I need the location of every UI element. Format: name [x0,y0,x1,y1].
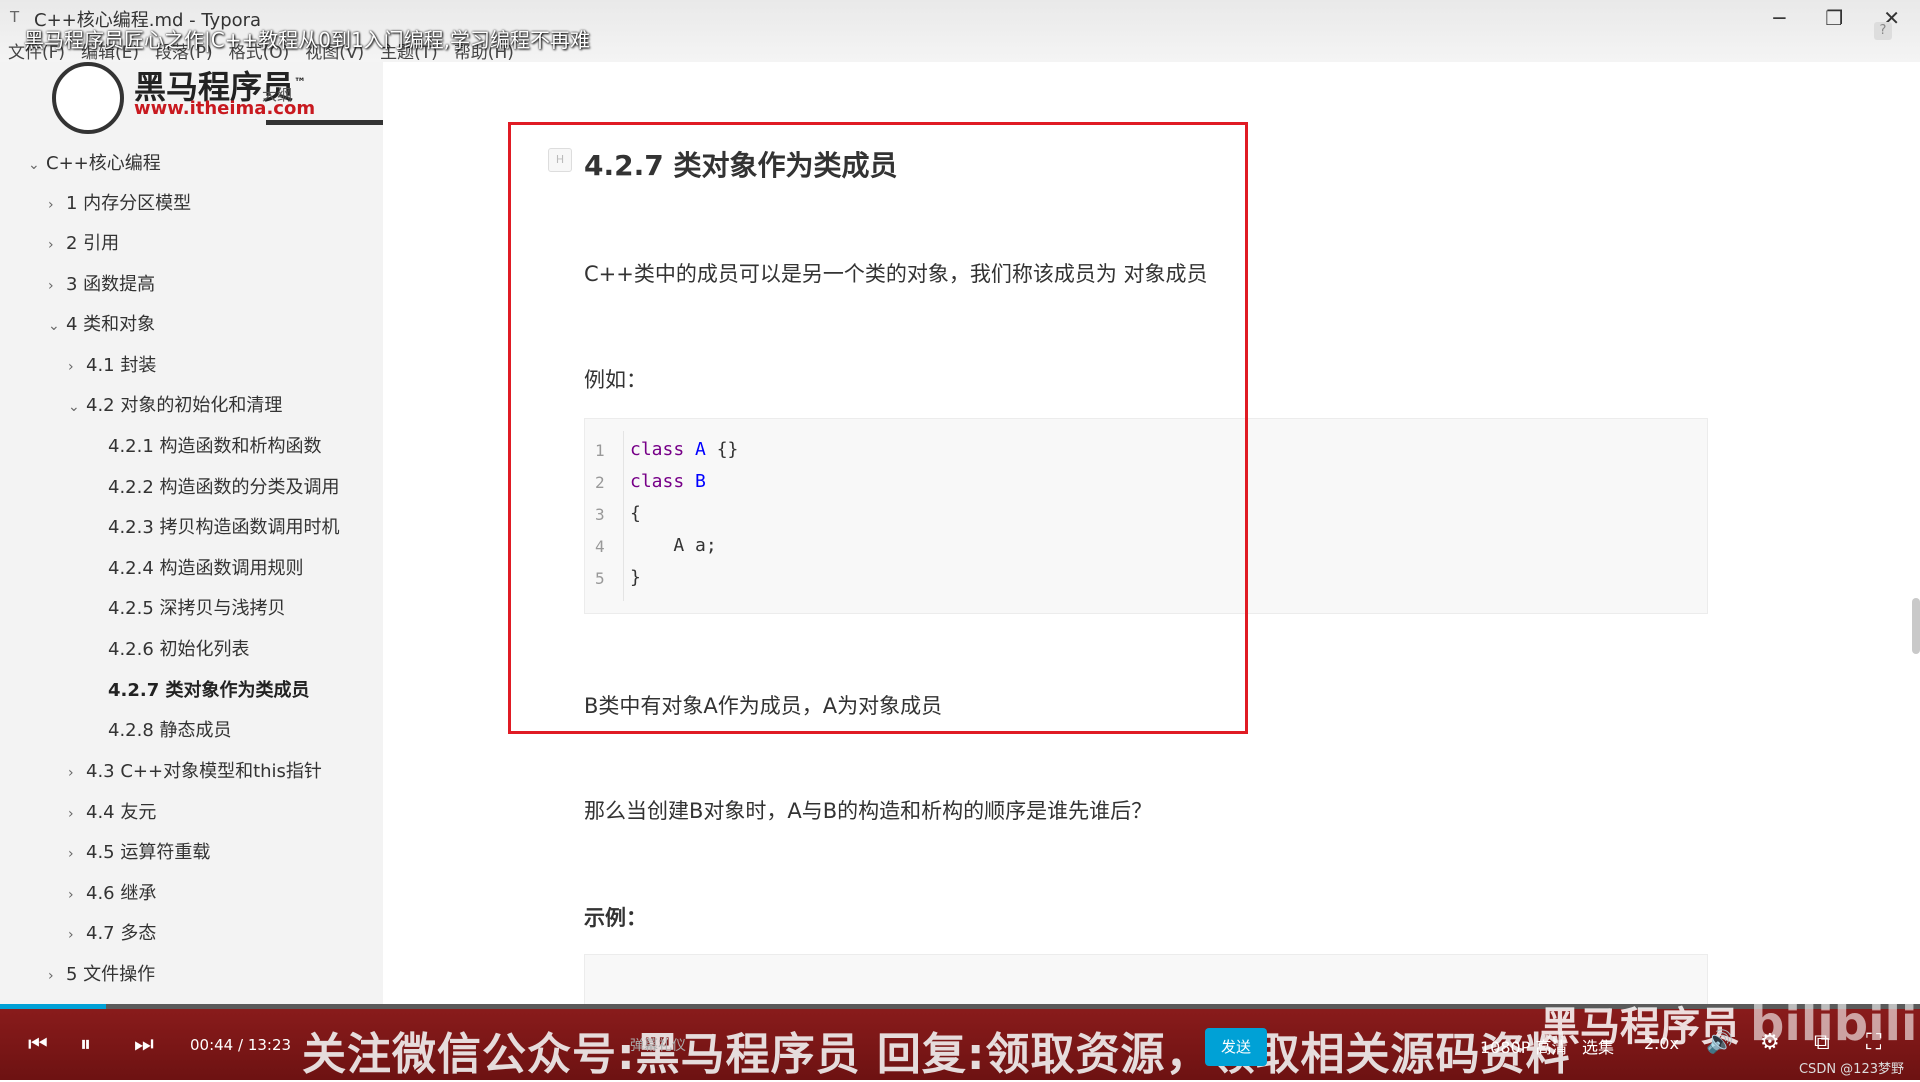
chevron-right-icon[interactable]: › [68,875,86,915]
chevron-right-icon[interactable]: › [68,347,86,387]
previous-icon[interactable]: ⏮ [28,1032,48,1057]
chevron-right-icon[interactable]: › [68,915,86,955]
outline-item[interactable]: › 4.6 继承 [68,874,156,914]
outline-item[interactable]: 4.2.6 初始化列表 [108,630,250,670]
outline-item-active[interactable]: 4.2.7 类对象作为类成员 [108,671,310,711]
outline-item[interactable]: › 2 引用 [48,224,119,264]
danmaku-input[interactable]: 弹幕礼仪 [620,1028,1210,1064]
chevron-right-icon[interactable]: › [68,794,86,834]
itheima-logo: 黑马程序员™ www.itheima.com 大纲 [52,62,384,134]
outline-item[interactable]: ⌄ 4.2 对象的初始化和清理 [68,386,282,426]
chevron-down-icon[interactable]: ⌄ [48,306,66,346]
outline-item[interactable]: › 4.1 封装 [68,346,156,386]
outline-item[interactable]: › 4.3 C++对象模型和this指针 [68,752,322,792]
send-button[interactable]: 发送 [1205,1028,1267,1066]
horse-logo-icon [52,62,124,134]
paragraph: 那么当创建B对象时，A与B的构造和析构的顺序是谁先谁后？ [584,799,1153,823]
outline-item[interactable]: ⌄ 4 类和对象 [48,305,155,345]
fullscreen-icon[interactable]: ⛶ [1866,1030,1881,1055]
outline-item[interactable]: › 4.5 运算符重载 [68,833,210,873]
help-icon[interactable]: ? [1874,22,1892,40]
outline-item[interactable]: › 4.7 多态 [68,914,156,954]
settings-icon[interactable]: ⚙ [1760,1030,1780,1055]
chevron-right-icon[interactable]: › [48,956,66,996]
chevron-right-icon[interactable]: › [68,834,86,874]
outline-item[interactable]: 4.2.1 构造函数和析构函数 [108,427,322,467]
red-highlight-box [508,122,1248,734]
progress-fill [0,1004,106,1009]
outline-item[interactable]: 4.2.3 拷贝构造函数调用时机 [108,508,340,548]
typora-app-icon: T [10,8,20,26]
next-icon[interactable]: ⏭ [134,1032,154,1057]
restore-button[interactable]: ❐ [1825,6,1843,30]
volume-icon[interactable]: 🔊 [1706,1030,1733,1055]
chevron-right-icon[interactable]: › [68,753,86,793]
outline-item[interactable]: › 3 函数提高 [48,265,155,305]
pip-icon[interactable]: ⧉ [1814,1030,1830,1055]
minimize-button[interactable]: ─ [1773,6,1785,30]
csdn-watermark: CSDN @123梦野 [1798,1062,1904,1077]
outline-item[interactable]: › 4.4 友元 [68,793,156,833]
outline-sidebar: 黑马程序员™ www.itheima.com 大纲 ⌄ C++核心编程 › 1 内存… [0,62,384,1004]
chevron-down-icon[interactable]: ⌄ [28,145,46,185]
chevron-down-icon[interactable]: ⌄ [68,387,86,427]
outline-item[interactable]: 4.2.4 构造函数调用规则 [108,549,304,589]
outline-item[interactable]: 4.2.5 深拷贝与浅拷贝 [108,589,286,629]
pause-icon[interactable]: ⏸ [80,1032,91,1057]
chevron-right-icon[interactable]: › [48,185,66,225]
quality-selector[interactable]: 1080P 高清 [1480,1034,1567,1058]
outline-item[interactable]: 4.2.2 构造函数的分类及调用 [108,468,340,508]
outline-label: 大纲 [262,86,293,104]
scrollbar-thumb[interactable] [1912,598,1920,654]
outline-item[interactable]: 4.2.8 静态成员 [108,711,232,751]
video-title-overlay: 黑马程序员匠心之作|C++教程从0到1入门编程,学习编程不再难 [24,28,591,52]
speed-selector[interactable]: 2.0x [1644,1034,1679,1053]
outline-item[interactable]: ⌄ C++核心编程 [28,144,161,184]
paragraph-heading: 示例： [584,906,647,930]
title-bar: T C++核心编程.md - Typora 文件(F) 编辑(E) 段落(P) … [0,0,1920,63]
outline-item[interactable]: › 5 文件操作 [48,955,155,995]
outline-item[interactable]: › 1 内存分区模型 [48,184,191,224]
outline-tab-underline [266,120,384,125]
playback-time: 00:44 / 13:23 [190,1036,292,1054]
video-player-bar: 黑马程序员 bilibili ⏮ ⏸ ⏭ 00:44 / 13:23 关注微信公… [0,996,1920,1080]
chevron-right-icon[interactable]: › [48,266,66,306]
chevron-right-icon[interactable]: › [48,225,66,265]
episodes-button[interactable]: 选集 [1582,1034,1614,1058]
